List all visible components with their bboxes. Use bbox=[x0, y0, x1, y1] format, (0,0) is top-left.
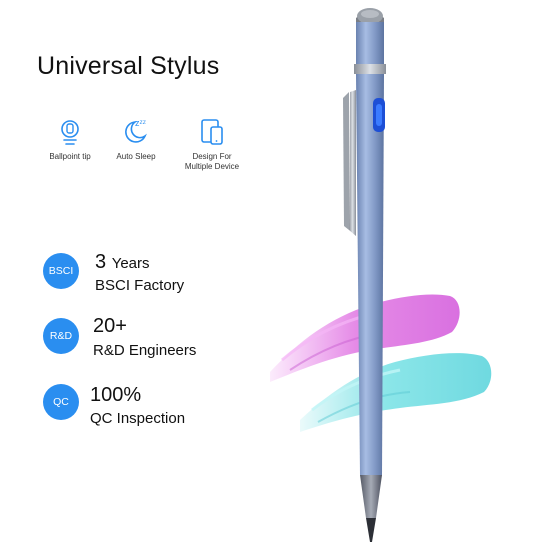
stylus-pen bbox=[343, 8, 386, 542]
cyan-brush-stroke bbox=[300, 353, 492, 432]
product-image bbox=[270, 8, 492, 542]
